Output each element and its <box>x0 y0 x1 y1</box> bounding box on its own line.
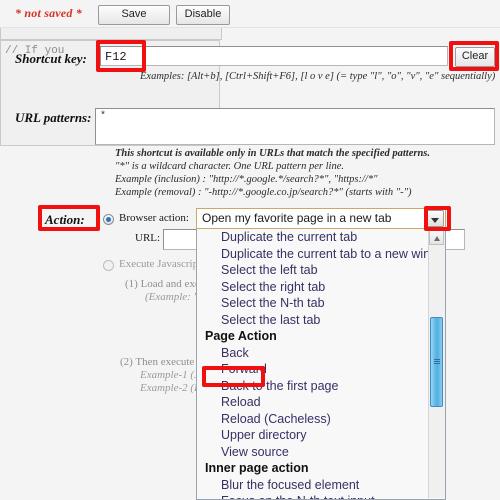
dropdown-group-header: Page Action <box>205 329 277 343</box>
url-patterns-hint-3: Example (inclusion) : "http://*.google.*… <box>115 174 378 185</box>
dropdown-options-container: Duplicate the current tab Duplicate the c… <box>197 229 430 499</box>
dropdown-option[interactable]: Back <box>197 345 430 362</box>
highlight-clear-button <box>449 41 499 71</box>
highlight-shortcut-key-input <box>96 40 146 72</box>
highlight-reload-option <box>202 366 265 387</box>
dropdown-group-header: Inner page action <box>205 461 309 475</box>
dropdown-option[interactable]: Focus on the N-th text input <box>197 493 430 499</box>
js-step2-label: (2) Then execute <box>120 356 195 368</box>
browser-action-selected-value: Open my favorite page in a new tab <box>202 211 392 225</box>
shortcut-key-hint: Examples: [Alt+b], [Ctrl+Shift+F6], [l o… <box>140 71 496 82</box>
not-saved-status: * not saved * <box>15 6 82 20</box>
url-sub-label: URL: <box>135 232 161 244</box>
scrollbar-thumb[interactable] <box>430 317 443 407</box>
dropdown-option[interactable]: Select the left tab <box>197 262 430 279</box>
url-patterns-hint-2: "*" is a wildcard character. One URL pat… <box>115 161 345 172</box>
dropdown-option[interactable]: Reload (Cacheless) <box>197 411 430 428</box>
dropdown-option[interactable]: Duplicate the current tab to a new windo… <box>197 246 430 263</box>
radio-browser-action[interactable] <box>103 214 114 225</box>
disable-button[interactable]: Disable <box>176 5 230 25</box>
dropdown-option[interactable]: View source <box>197 444 430 461</box>
url-patterns-label: URL patterns: <box>15 110 92 125</box>
toolbar-divider <box>0 27 500 28</box>
execute-javascript-label: Execute Javascript <box>119 258 202 270</box>
highlight-dropdown-arrow <box>424 206 451 231</box>
dropdown-option[interactable]: Duplicate the current tab <box>197 229 430 246</box>
dropdown-option[interactable]: Reload <box>197 394 430 411</box>
dropdown-option[interactable]: Select the N-th tab <box>197 295 430 312</box>
dropdown-option[interactable]: Select the last tab <box>197 312 430 329</box>
browser-action-label: Browser action: <box>119 212 189 224</box>
dropdown-option[interactable]: Blur the focused element <box>197 477 430 494</box>
url-patterns-hint-4: Example (removal) : "-http://*.google.co… <box>115 187 412 198</box>
url-patterns-textarea[interactable]: * <box>95 108 495 145</box>
shortcut-key-label: Shortcut key: <box>15 51 87 66</box>
js-example-2-label: Example-2 (D <box>140 382 203 394</box>
dropdown-scrollbar[interactable] <box>428 229 445 498</box>
browser-action-dropdown-list[interactable]: Duplicate the current tab Duplicate the c… <box>196 229 446 500</box>
save-button[interactable]: Save <box>98 5 170 25</box>
highlight-action-label <box>38 205 100 231</box>
dropdown-option[interactable]: Select the right tab <box>197 279 430 296</box>
top-toolbar: * not saved * Save Disable <box>0 0 500 28</box>
triangle-up-icon[interactable] <box>429 229 444 245</box>
js-step1-example: (Example: "h <box>145 291 204 303</box>
dropdown-option[interactable]: Upper directory <box>197 427 430 444</box>
browser-action-select[interactable]: Open my favorite page in a new tab <box>196 208 446 229</box>
shortcut-key-input[interactable]: F12 <box>100 46 448 66</box>
js-example-1-label: Example-1 (J <box>140 369 199 381</box>
js-step1-label: (1) Load and exe <box>125 278 200 290</box>
radio-execute-javascript[interactable] <box>103 260 114 271</box>
url-patterns-hint-1: This shortcut is available only in URLs … <box>115 148 431 159</box>
